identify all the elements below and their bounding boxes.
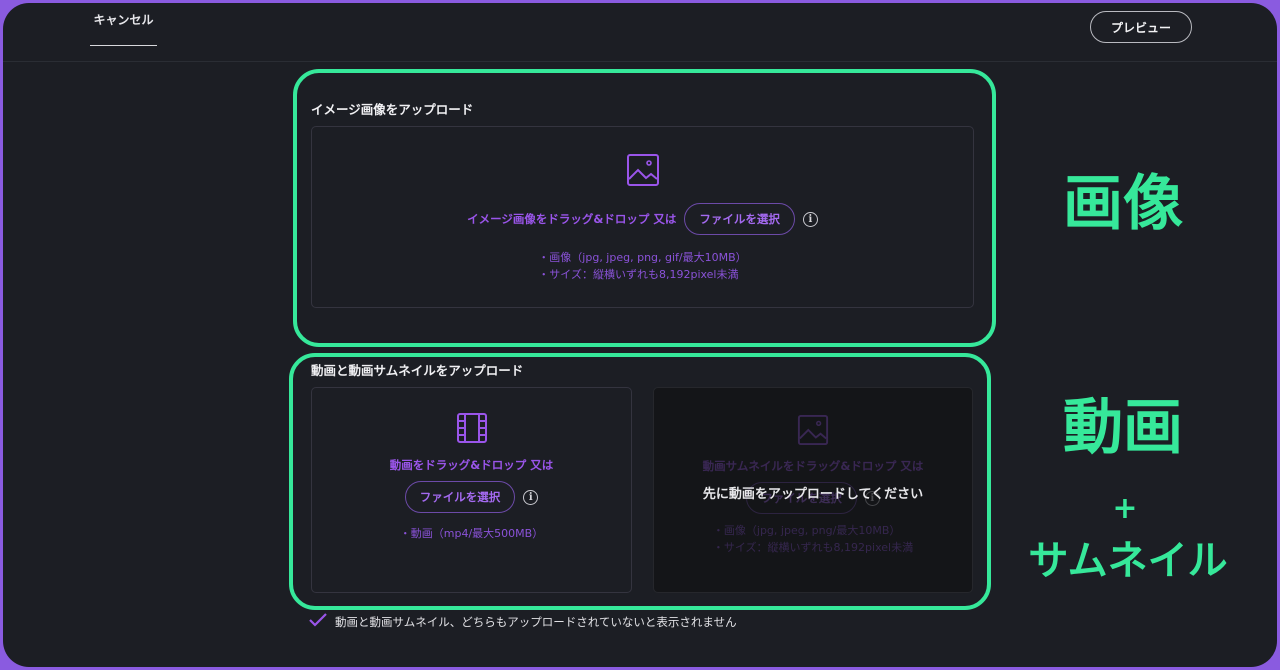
preview-button[interactable]: プレビュー: [1090, 11, 1192, 43]
thumbnail-annotation-label: サムネイル: [1028, 538, 1228, 584]
app-window: キャンセル プレビュー イメージ画像をアップロード イメージ画像をドラッグ&ドロ…: [3, 3, 1277, 667]
display-condition-note[interactable]: 動画と動画サムネイル、どちらもアップロードされていないと表示されません: [309, 613, 737, 630]
image-section-highlight: [293, 69, 996, 347]
video-annotation-label: 動画: [1063, 393, 1183, 463]
video-section-highlight: [289, 353, 991, 610]
plus-annotation: +: [1112, 491, 1138, 526]
image-annotation-label: 画像: [1063, 169, 1183, 239]
checkmark-icon[interactable]: [309, 613, 327, 630]
header-bar: キャンセル プレビュー: [3, 3, 1277, 62]
cancel-tab[interactable]: キャンセル: [90, 11, 157, 46]
checkbox-label: 動画と動画サムネイル、どちらもアップロードされていないと表示されません: [335, 614, 737, 629]
